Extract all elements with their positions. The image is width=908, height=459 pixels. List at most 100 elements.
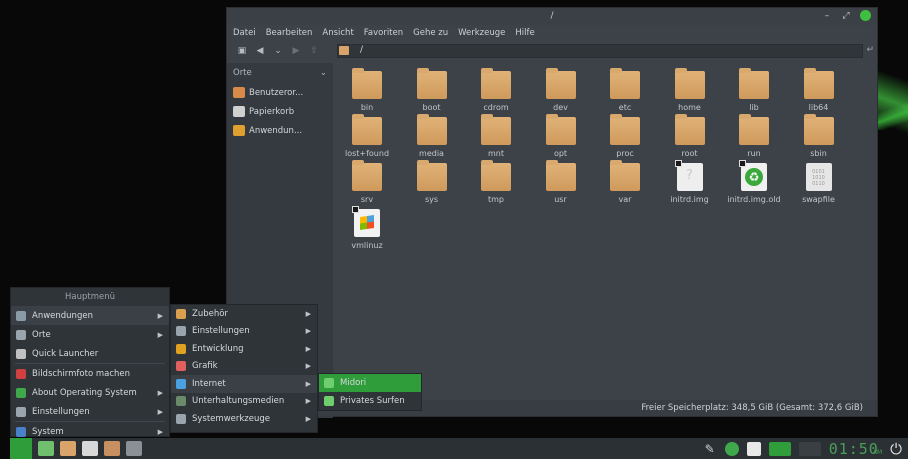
icon-glyph: ? xyxy=(686,168,693,183)
menu-ansicht[interactable]: Ansicht xyxy=(322,28,353,38)
file-item[interactable]: ♻ initrd.img.old xyxy=(722,160,786,204)
minimize-icon[interactable]: – xyxy=(822,11,832,21)
text-editor-taskbar-icon[interactable] xyxy=(82,441,98,456)
main-menu-items: Anwendungen ▶ Orte ▶ Quick Launcher Bildschir… xyxy=(11,306,169,441)
internet-item-privates-surfen[interactable]: Privates Surfen xyxy=(319,392,421,410)
title-bar[interactable]: / – ⤢ xyxy=(227,8,877,25)
clipboard-icon[interactable] xyxy=(746,441,761,456)
windows-kernel-icon xyxy=(352,206,380,237)
file-item[interactable]: home xyxy=(658,68,722,112)
menu-item-einstellungen[interactable]: Einstellungen ▶ xyxy=(11,402,169,421)
icon-glyph xyxy=(360,215,374,230)
chevron-right-icon: ▶ xyxy=(305,397,311,406)
file-name: opt xyxy=(553,149,568,158)
forward-icon[interactable]: ▶ xyxy=(290,46,302,56)
file-name: sys xyxy=(424,195,439,204)
submenu-item-systemwerkzeuge[interactable]: Systemwerkzeuge ▶ xyxy=(171,410,317,428)
menu-item-about-operating-system[interactable]: About Operating System ▶ xyxy=(11,383,169,402)
menu-item-orte[interactable]: Orte ▶ xyxy=(11,325,169,344)
submenu-item-einstellungen[interactable]: Einstellungen ▶ xyxy=(171,323,317,341)
power-icon[interactable]: ⏻ xyxy=(890,440,902,458)
chevron-down-icon[interactable]: ⌄ xyxy=(320,68,327,78)
file-item[interactable]: proc xyxy=(593,114,657,158)
folder-icon xyxy=(416,68,447,99)
sidebar-item[interactable]: Anwendun... xyxy=(227,121,333,140)
midori-taskbar-icon[interactable] xyxy=(38,441,54,456)
internet-item-label: Midori xyxy=(340,378,367,388)
sidebar-item[interactable]: Papierkorb xyxy=(227,102,333,121)
submenu-item-grafik[interactable]: Grafik ▶ xyxy=(171,358,317,376)
file-item[interactable]: usr xyxy=(529,160,593,204)
workspace-icon[interactable] xyxy=(798,441,821,456)
file-item[interactable]: srv xyxy=(335,160,399,204)
submenu-item-internet[interactable]: Internet ▶ xyxy=(171,375,317,393)
submenu-item-label: Zubehör xyxy=(192,308,228,319)
file-name: etc xyxy=(618,103,632,112)
file-name: proc xyxy=(616,149,634,158)
submenu-item-entwicklung[interactable]: Entwicklung ▶ xyxy=(171,340,317,358)
new-window-icon[interactable]: ▣ xyxy=(236,46,248,56)
clock[interactable]: 01:50 AM xyxy=(829,440,882,458)
submenu-item-zubehör[interactable]: Zubehör ▶ xyxy=(171,305,317,323)
menu-werkzeuge[interactable]: Werkzeuge xyxy=(458,28,505,38)
file-item[interactable]: 0101 1010 0110 swapfile xyxy=(787,163,851,204)
file-name: sbin xyxy=(810,149,827,158)
window-list-taskbar-icon[interactable] xyxy=(126,441,142,456)
menu-favoriten[interactable]: Favoriten xyxy=(364,28,403,38)
up-icon[interactable]: ⇧ xyxy=(308,46,320,56)
close-icon[interactable] xyxy=(860,10,871,21)
chevron-right-icon: ▶ xyxy=(157,407,163,416)
back-icon[interactable]: ◀ xyxy=(254,46,266,56)
internet-item-midori[interactable]: Midori xyxy=(319,374,421,392)
screenshot-icon xyxy=(16,368,26,379)
file-item[interactable]: var xyxy=(593,160,657,204)
file-item[interactable]: etc xyxy=(593,68,657,112)
chevron-down-icon[interactable]: ⌄ xyxy=(272,46,284,56)
file-item[interactable]: dev xyxy=(529,68,593,112)
menu-item-bildschirmfoto-machen[interactable]: Bildschirmfoto machen xyxy=(11,364,169,383)
sidebar-item[interactable]: Benutzeror... xyxy=(227,83,333,102)
archive-taskbar-icon[interactable] xyxy=(104,441,120,456)
system-icon xyxy=(16,426,26,437)
file-item[interactable]: media xyxy=(400,114,464,158)
workspace-icon[interactable] xyxy=(768,441,791,456)
menu-bearbeiten[interactable]: Bearbeiten xyxy=(266,28,313,38)
go-icon[interactable]: ↵ xyxy=(866,45,874,55)
files-taskbar-icon[interactable] xyxy=(60,441,76,456)
menu-item-anwendungen[interactable]: Anwendungen ▶ xyxy=(11,306,169,325)
submenu-item-unterhaltungsmedien[interactable]: Unterhaltungsmedien ▶ xyxy=(171,393,317,411)
file-item[interactable]: mnt xyxy=(464,114,528,158)
file-item[interactable]: vmlinuz xyxy=(335,206,399,250)
sidebar-header[interactable]: Orte ⌄ xyxy=(227,63,333,83)
file-item[interactable]: lib xyxy=(722,68,786,112)
menu-item-quick-launcher[interactable]: Quick Launcher xyxy=(11,344,169,363)
network-icon[interactable] xyxy=(724,441,739,456)
file-item[interactable]: sbin xyxy=(787,114,851,158)
file-item[interactable]: run xyxy=(722,114,786,158)
symlink-badge-icon xyxy=(352,206,359,213)
pen-icon[interactable]: ✎ xyxy=(703,442,717,456)
menu-datei[interactable]: Datei xyxy=(233,28,256,38)
maximize-icon[interactable]: ⤢ xyxy=(841,11,851,21)
menu-gehe-zu[interactable]: Gehe zu xyxy=(413,28,448,38)
icon-glyph: 0101 1010 0110 xyxy=(812,169,825,187)
file-item[interactable]: opt xyxy=(529,114,593,158)
file-item[interactable]: lib64 xyxy=(787,68,851,112)
chevron-right-icon: ▶ xyxy=(305,379,311,388)
file-item[interactable]: sys xyxy=(400,160,464,204)
file-item[interactable]: tmp xyxy=(464,160,528,204)
folder-icon xyxy=(352,160,382,191)
file-item[interactable]: root xyxy=(658,114,722,158)
location-bar[interactable] xyxy=(337,44,863,58)
folder-icon xyxy=(610,160,640,191)
unknown-file-icon: ? xyxy=(674,160,703,191)
file-item[interactable]: cdrom xyxy=(464,68,528,112)
file-name: root xyxy=(681,149,698,158)
start-menu-button[interactable] xyxy=(10,438,32,459)
file-item[interactable]: bin xyxy=(335,68,399,112)
file-item[interactable]: lost+found xyxy=(335,114,399,158)
file-item[interactable]: ? initrd.img xyxy=(658,160,722,204)
folder-icon xyxy=(545,68,576,99)
file-item[interactable]: boot xyxy=(400,68,464,112)
menu-hilfe[interactable]: Hilfe xyxy=(515,28,534,38)
